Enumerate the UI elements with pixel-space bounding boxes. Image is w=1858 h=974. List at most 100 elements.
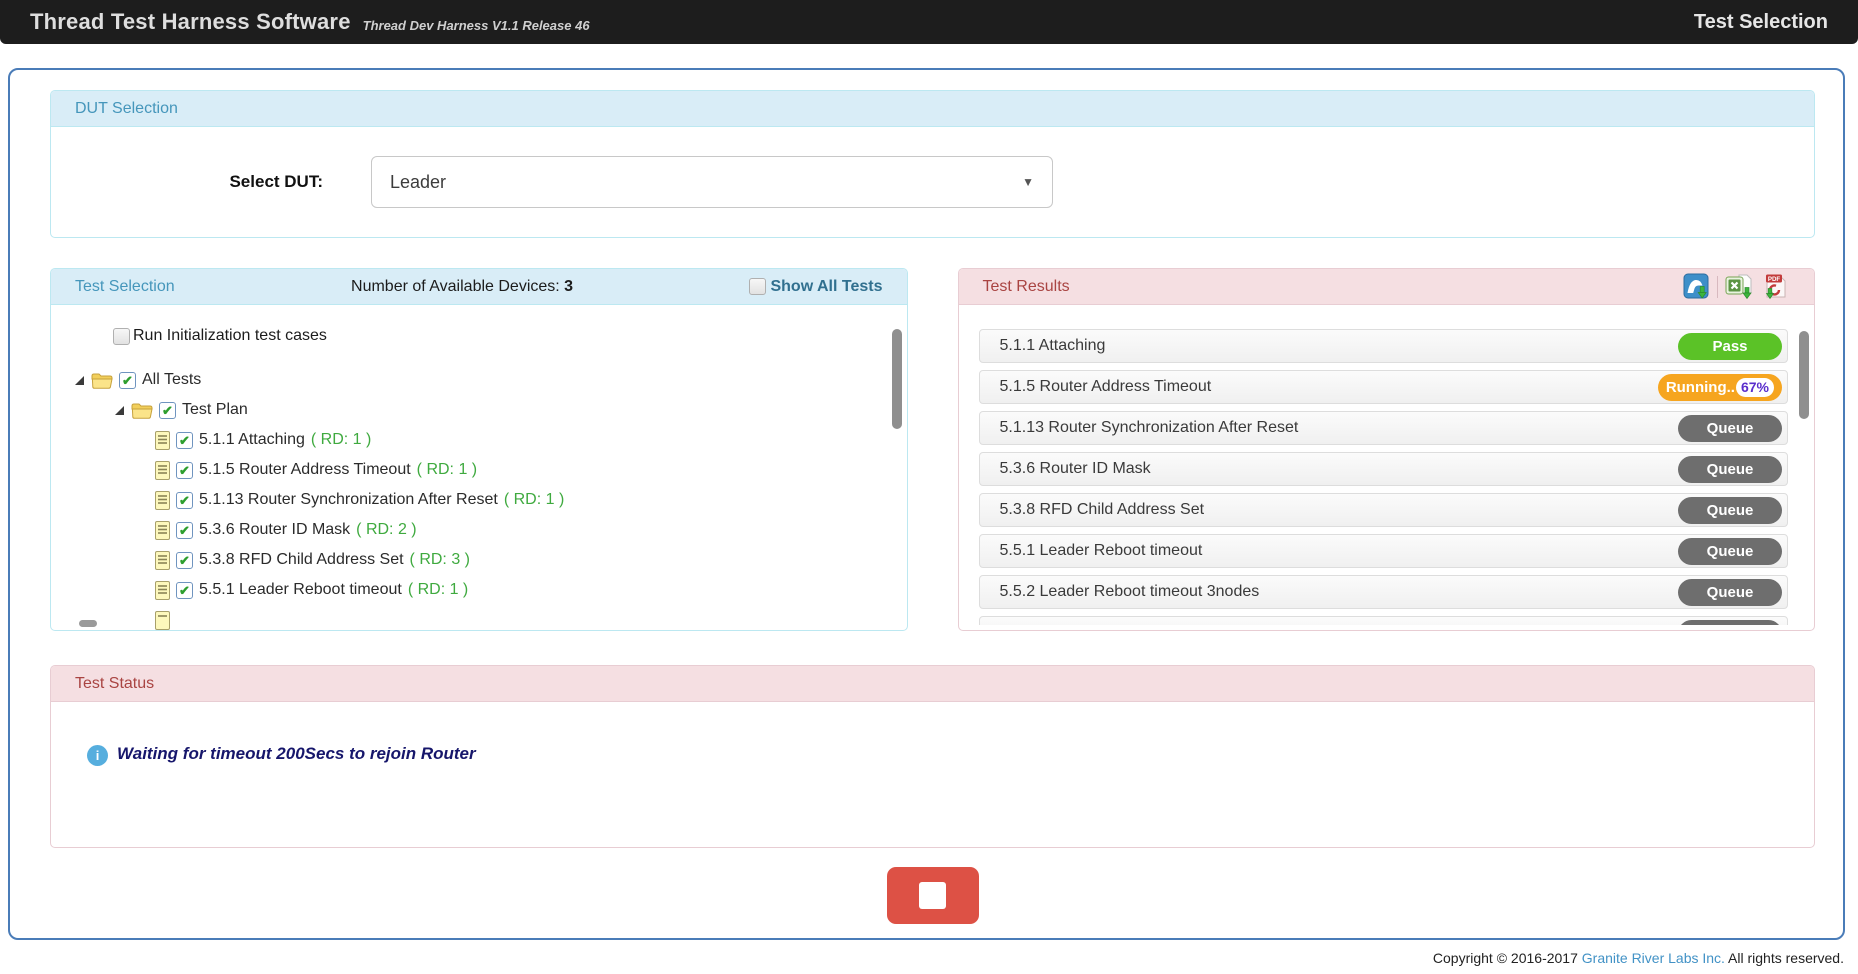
tree-vertical-scrollbar[interactable] xyxy=(892,329,902,429)
test-plan-checkbox[interactable]: ✔ xyxy=(159,402,176,419)
stop-icon xyxy=(919,882,946,909)
select-dut-label: Select DUT: xyxy=(51,172,323,192)
test-selection-panel: Test Selection Number of Available Devic… xyxy=(50,268,908,631)
tree-item-all-tests[interactable]: ✔ All Tests xyxy=(51,365,907,395)
pdf-export-icon[interactable]: PDF xyxy=(1760,273,1790,300)
result-row[interactable]: 5.5.2 Leader Reboot timeout 3nodes Queue xyxy=(979,575,1789,609)
testcase-rd-count: ( RD: 1 ) xyxy=(504,491,564,509)
company-link[interactable]: Granite River Labs Inc. xyxy=(1582,950,1725,966)
result-row[interactable]: 5.3.8 RFD Child Address Set Queue xyxy=(979,493,1789,527)
testcase-checkbox[interactable]: ✔ xyxy=(176,432,193,449)
tree-item-testcase[interactable]: ✔ 5.1.5 Router Address Timeout ( RD: 1 ) xyxy=(51,455,907,485)
run-init-checkbox[interactable] xyxy=(113,328,130,345)
progress-percent: 67% xyxy=(1736,378,1774,397)
status-message: Waiting for timeout 200Secs to rejoin Ro… xyxy=(117,744,476,764)
result-row[interactable]: 5.1.5 Router Address Timeout Running.. 6… xyxy=(979,370,1789,404)
status-label: Pass xyxy=(1712,338,1747,355)
tree-item-test-plan[interactable]: ✔ Test Plan xyxy=(51,395,907,425)
dut-selection-body: Select DUT: Leader ▼ xyxy=(51,127,1814,237)
dut-select-value: Leader xyxy=(390,172,446,193)
test-results-title: Test Results xyxy=(983,278,1070,296)
status-label: Queue xyxy=(1707,543,1754,560)
results-vertical-scrollbar[interactable] xyxy=(1799,331,1809,419)
status-badge: Pass xyxy=(1678,333,1782,360)
testcase-label: 5.3.6 Router ID Mask xyxy=(199,521,350,539)
tree-item-partial[interactable] xyxy=(51,605,907,630)
folder-icon xyxy=(91,372,113,389)
stop-button[interactable] xyxy=(887,867,979,924)
testcase-rd-count: ( RD: 3 ) xyxy=(410,551,470,569)
status-badge: Queue xyxy=(1678,456,1782,483)
document-icon xyxy=(155,581,170,600)
result-row[interactable]: 5.1.1 Attaching Pass xyxy=(979,329,1789,363)
show-all-tests-checkbox[interactable] xyxy=(749,278,766,295)
result-row[interactable]: 5.1.13 Router Synchronization After Rese… xyxy=(979,411,1789,445)
status-label: Queue xyxy=(1707,625,1754,626)
document-icon xyxy=(155,521,170,540)
testcase-rd-count: ( RD: 1 ) xyxy=(408,581,468,599)
tree-horizontal-scrollbar[interactable] xyxy=(79,620,97,627)
tree-testcase-list: ✔ 5.1.1 Attaching ( RD: 1 ) xyxy=(51,425,907,605)
middle-row: Test Selection Number of Available Devic… xyxy=(50,268,1815,631)
testcase-label: 5.1.13 Router Synchronization After Rese… xyxy=(199,491,498,509)
dut-selection-heading: DUT Selection xyxy=(51,91,1814,127)
run-init-row[interactable]: Run Initialization test cases xyxy=(113,327,907,345)
document-icon xyxy=(155,491,170,510)
result-test-name: 5.3.6 Router ID Mask xyxy=(1000,460,1151,478)
testcase-checkbox[interactable]: ✔ xyxy=(176,582,193,599)
test-status-body: i Waiting for timeout 200Secs to rejoin … xyxy=(51,702,1814,847)
app-header: Thread Test Harness Software Thread Dev … xyxy=(0,0,1858,44)
test-plan-label: Test Plan xyxy=(182,401,248,419)
testcase-checkbox[interactable]: ✔ xyxy=(176,492,193,509)
app-title: Thread Test Harness Software xyxy=(30,9,351,35)
testcase-checkbox[interactable]: ✔ xyxy=(176,462,193,479)
tree-expand-icon[interactable] xyxy=(75,376,84,385)
dropdown-caret-icon: ▼ xyxy=(1022,175,1034,189)
status-badge: Queue xyxy=(1678,497,1782,524)
document-icon xyxy=(155,431,170,450)
run-init-label: Run Initialization test cases xyxy=(133,327,327,345)
main-container: DUT Selection Select DUT: Leader ▼ Test … xyxy=(8,68,1845,940)
testcase-label: 5.1.1 Attaching xyxy=(199,431,305,449)
testcase-label: 5.5.1 Leader Reboot timeout xyxy=(199,581,402,599)
copyright-suffix: All rights reserved. xyxy=(1725,950,1844,966)
result-test-name: 5.1.13 Router Synchronization After Rese… xyxy=(1000,419,1299,437)
document-icon xyxy=(155,551,170,570)
test-results-heading: Test Results PDF xyxy=(959,269,1815,305)
tree-expand-icon[interactable] xyxy=(115,406,124,415)
dut-select-dropdown[interactable]: Leader ▼ xyxy=(371,156,1053,208)
app-version-subtitle: Thread Dev Harness V1.1 Release 46 xyxy=(363,18,590,33)
wireshark-export-icon[interactable] xyxy=(1683,273,1710,300)
status-badge: Queue xyxy=(1678,538,1782,565)
testcase-checkbox[interactable]: ✔ xyxy=(176,552,193,569)
tree-item-testcase[interactable]: ✔ 5.3.6 Router ID Mask ( RD: 2 ) xyxy=(51,515,907,545)
testcase-label: 5.3.8 RFD Child Address Set xyxy=(199,551,404,569)
all-tests-checkbox[interactable]: ✔ xyxy=(119,372,136,389)
result-test-name: 5.1.1 Attaching xyxy=(1000,337,1106,355)
available-devices-line: Number of Available Devices: 3 xyxy=(351,278,573,296)
test-results-panel: Test Results PDF xyxy=(958,268,1816,631)
tree-item-testcase[interactable]: ✔ 5.1.13 Router Synchronization After Re… xyxy=(51,485,907,515)
tree-item-testcase[interactable]: ✔ 5.3.8 RFD Child Address Set ( RD: 3 ) xyxy=(51,545,907,575)
result-rows: 5.1.1 Attaching Pass 5.1.5 Router Addres… xyxy=(959,329,1815,625)
result-row[interactable]: 5.5.1 Leader Reboot timeout Queue xyxy=(979,534,1789,568)
document-icon xyxy=(155,611,170,630)
test-status-title: Test Status xyxy=(75,675,154,693)
result-row[interactable]: 5.3.6 Router ID Mask Queue xyxy=(979,452,1789,486)
available-devices-label: Number of Available Devices: xyxy=(351,278,564,295)
status-badge: Queue xyxy=(1678,579,1782,606)
test-results-body: 5.1.1 Attaching Pass 5.1.5 Router Addres… xyxy=(959,305,1815,625)
result-row[interactable]: Queue xyxy=(979,616,1789,625)
info-icon: i xyxy=(87,745,108,766)
tree-item-testcase[interactable]: ✔ 5.5.1 Leader Reboot timeout ( RD: 1 ) xyxy=(51,575,907,605)
status-badge: Queue xyxy=(1678,620,1782,626)
status-label: Running.. xyxy=(1666,379,1735,396)
all-tests-label: All Tests xyxy=(142,371,201,389)
tree-item-testcase[interactable]: ✔ 5.1.1 Attaching ( RD: 1 ) xyxy=(51,425,907,455)
status-label: Queue xyxy=(1707,461,1754,478)
show-all-tests-toggle[interactable]: Show All Tests xyxy=(749,278,882,296)
excel-export-icon[interactable] xyxy=(1725,273,1753,300)
status-badge: Running.. 67% xyxy=(1658,374,1782,401)
testcase-checkbox[interactable]: ✔ xyxy=(176,522,193,539)
testcase-rd-count: ( RD: 1 ) xyxy=(311,431,371,449)
